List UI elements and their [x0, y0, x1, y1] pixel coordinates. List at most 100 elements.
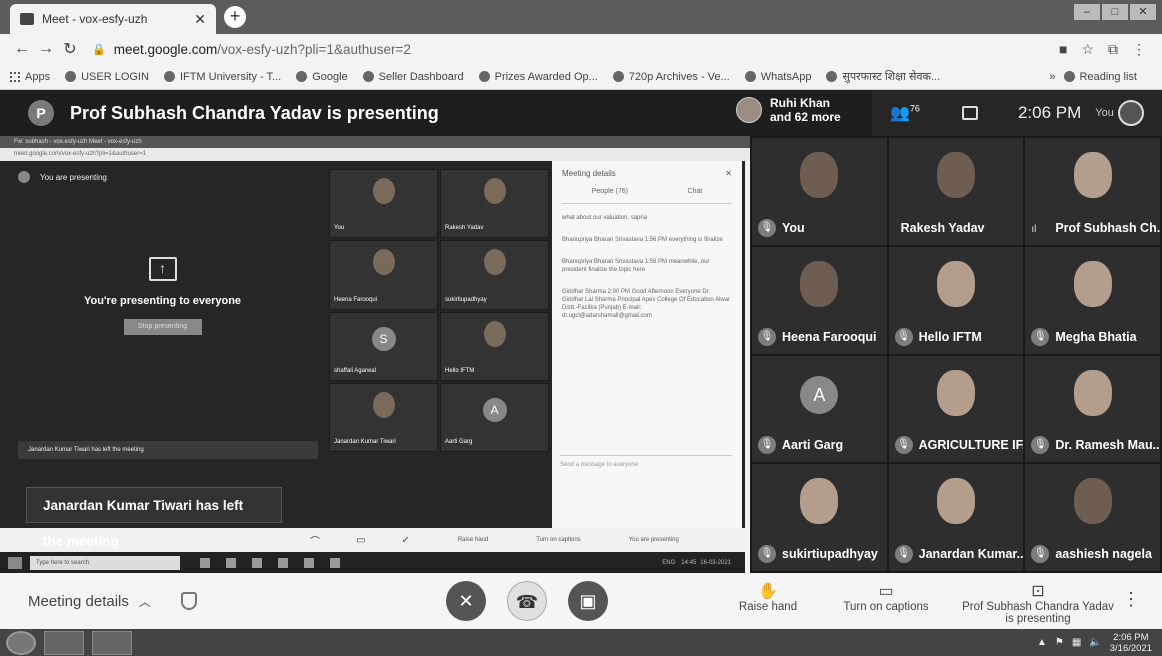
participant-tile[interactable]: ıl Prof Subhash Ch...: [1025, 138, 1160, 245]
host-controls-shield-icon[interactable]: [180, 592, 197, 610]
shared-tab-people: People (76): [591, 188, 628, 195]
stop-presenting-button: Stop presenting: [123, 319, 202, 335]
browser-menu-icon[interactable]: ⋮: [1132, 41, 1146, 58]
bookmark-star-icon[interactable]: ☆: [1081, 41, 1094, 58]
more-options-icon[interactable]: ⋮: [1122, 589, 1140, 610]
chat-icon[interactable]: [961, 106, 978, 120]
participant-tile[interactable]: 🎙 Dr. Ramesh Mau...: [1025, 355, 1160, 463]
camera-blocked-icon[interactable]: ■: [1059, 41, 1067, 58]
participant-tile[interactable]: 🎙 Megha Bhatia: [1025, 246, 1160, 354]
people-icon: 👥: [890, 105, 910, 122]
shared-tile: Sshaffali Agarwal: [329, 311, 438, 381]
self-avatar[interactable]: [1117, 100, 1144, 126]
participant-video: [1073, 152, 1112, 198]
windows-start-button[interactable]: [6, 630, 36, 655]
app-icon: [226, 557, 236, 568]
bookmark-720p[interactable]: 720p Archives - Ve...: [612, 71, 730, 83]
bookmark-seller-dashboard[interactable]: Seller Dashboard: [362, 71, 464, 83]
address-bar[interactable]: 🔒 meet.google.com /vox-esfy-uzh?pli=1&au…: [92, 42, 1059, 57]
mic-toggle-button[interactable]: ✕: [446, 581, 486, 621]
participant-name: AGRICULTURE IF...: [918, 438, 1024, 453]
participant-name: Heena Farooqui: [782, 329, 877, 344]
participant-video: [483, 178, 506, 204]
participant-photo: [372, 249, 395, 276]
bookmark-iftm[interactable]: IFTM University - T...: [163, 71, 281, 83]
participant-name: Prof Subhash Ch...: [1055, 220, 1160, 235]
tray-clock[interactable]: 2:06 PM 3/16/2021: [1110, 632, 1152, 654]
tray-up-arrow-icon[interactable]: ▲: [1037, 637, 1047, 648]
shared-tile-label: shaffali Agarwal: [334, 367, 376, 374]
volume-icon[interactable]: 🔈: [1089, 637, 1101, 648]
participant-tile[interactable]: 🎙 aashiesh nagela: [1025, 464, 1160, 571]
chrome-icon[interactable]: [92, 630, 132, 655]
shared-tile: sukirtiupadhyay: [440, 240, 549, 310]
mic-off-icon: 🎙: [758, 218, 776, 237]
bookmarks-bar: Apps USER LOGIN IFTM University - T... G…: [0, 64, 1162, 90]
extension-icon[interactable]: ⧉: [1108, 41, 1118, 58]
meet-favicon-icon: [20, 13, 34, 25]
captions-button[interactable]: ▭ Turn on captions: [826, 581, 946, 613]
maximize-button[interactable]: □: [1102, 4, 1128, 20]
participant-video: [936, 260, 975, 307]
people-button[interactable]: 👥76: [890, 103, 920, 123]
chat-message: Bhanupriya Bharan Srivastava 1:56 PM mea…: [562, 259, 710, 273]
camera-toggle-button[interactable]: ▣: [568, 581, 608, 621]
forward-arrow-icon[interactable]: →: [34, 40, 58, 58]
windows-start-icon: [8, 556, 22, 569]
reading-list[interactable]: Reading list: [1063, 71, 1137, 83]
shared-tile-label: Hello IFTM: [445, 367, 475, 374]
participant-initial: S: [371, 326, 396, 351]
captions-icon: ▭: [878, 583, 894, 600]
avatar: [736, 97, 762, 123]
reload-icon[interactable]: ↻: [58, 39, 82, 59]
bookmark-google[interactable]: Google: [296, 71, 348, 83]
new-tab-button[interactable]: +: [224, 6, 246, 28]
shared-tile-label: Rakesh Yadav: [445, 225, 484, 232]
network-icon[interactable]: ▦: [1072, 637, 1081, 648]
bookmark-hindi[interactable]: सुपरफास्ट शिक्षा सेवक...: [826, 69, 940, 84]
shared-tile: A Aarti Garg: [440, 382, 549, 452]
bookmark-user-login[interactable]: USER LOGIN: [65, 71, 149, 83]
bookmark-apps[interactable]: Apps: [10, 71, 50, 83]
participant-tile[interactable]: 🎙 You: [752, 138, 887, 245]
speaking-indicator-icon: ıl: [1031, 223, 1037, 235]
presenting-status-button[interactable]: ⊡ Prof Subhash Chandra Yadav is presenting: [958, 581, 1118, 625]
bookmark-overflow[interactable]: »: [1049, 71, 1055, 83]
participant-name: Megha Bhatia: [1055, 329, 1137, 344]
participant-tile[interactable]: 🎙 sukirtiupadhyay: [752, 464, 887, 571]
bookmark-prizes[interactable]: Prizes Awarded Op...: [478, 71, 598, 83]
participant-tile[interactable]: 🎙 Hello IFTM: [888, 246, 1024, 354]
present-screen-icon: ↑: [148, 257, 177, 281]
mic-off-icon: 🎙: [894, 327, 913, 346]
participant-photo: [800, 478, 839, 525]
close-window-button[interactable]: ✕: [1130, 4, 1156, 20]
participant-photo: [1073, 478, 1112, 525]
raise-hand-button[interactable]: ✋ Raise hand: [728, 581, 808, 613]
shared-tab-strip: Fw: subhash - vox-esfy-uzh Meet - vox-es…: [0, 136, 750, 148]
participant-tile[interactable]: Rakesh Yadav: [888, 138, 1024, 245]
minimize-button[interactable]: –: [1074, 4, 1100, 20]
participant-tile[interactable]: 🎙 Janardan Kumar...: [888, 464, 1024, 571]
participant-tile[interactable]: 🎙 AGRICULTURE IF...: [888, 355, 1024, 463]
others-summary[interactable]: Ruhi Khan and 62 more: [736, 96, 841, 124]
avatar: [18, 171, 30, 183]
flag-icon[interactable]: ⚑: [1055, 637, 1064, 648]
participant-tile[interactable]: A 🎙 Aarti Garg: [752, 355, 887, 463]
bookmark-whatsapp[interactable]: WhatsApp: [744, 71, 811, 83]
lock-icon: 🔒: [92, 43, 106, 56]
back-arrow-icon[interactable]: ←: [10, 40, 34, 58]
presenter-avatar: P: [28, 100, 54, 126]
mic-off-icon: 🎙: [894, 436, 913, 455]
file-explorer-icon[interactable]: [44, 630, 84, 655]
reading-list-icon: [1063, 71, 1075, 82]
leave-call-button[interactable]: ☎: [507, 581, 547, 621]
participant-video: [936, 152, 975, 198]
tab-close-icon[interactable]: ✕: [194, 11, 206, 28]
mic-off-icon: ✕: [458, 591, 474, 611]
mic-off-icon: 🎙: [1031, 436, 1050, 455]
meeting-details-button[interactable]: Meeting details ︿: [28, 593, 151, 610]
mic-off-icon: 🎙: [1031, 545, 1050, 563]
participant-tile[interactable]: 🎙 Heena Farooqui: [752, 246, 887, 354]
browser-tab-meet[interactable]: Meet - vox-esfy-uzh ✕: [10, 4, 216, 34]
meet-top-right-tools: 👥76 2:06 PM You: [872, 90, 1162, 136]
